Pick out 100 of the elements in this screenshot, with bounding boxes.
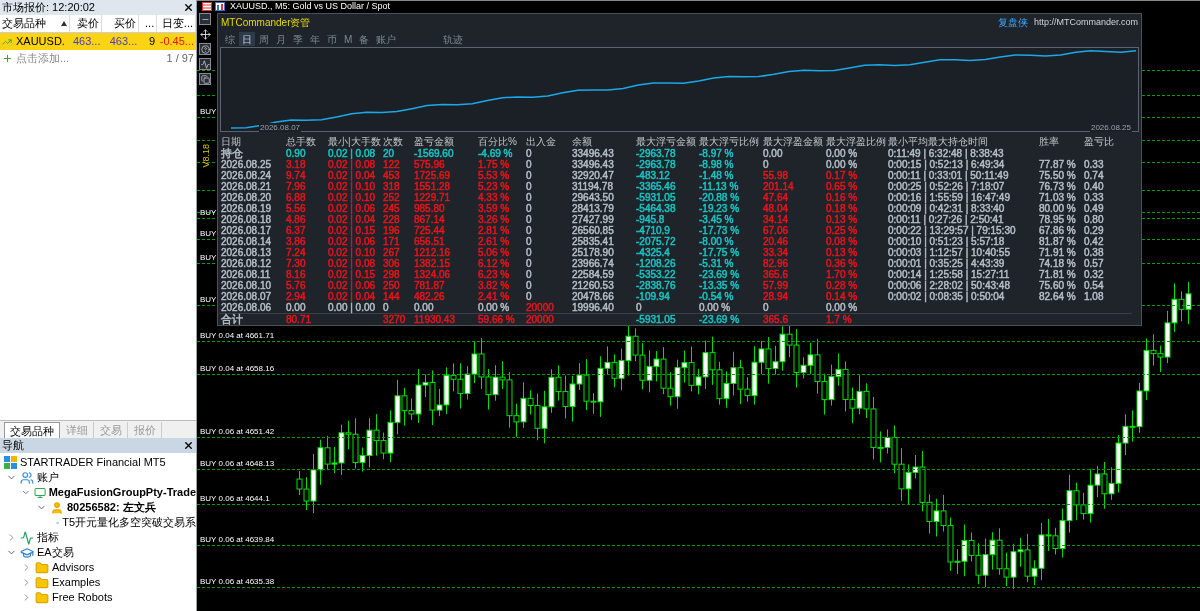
- table-cell: 1.08: [1084, 290, 1104, 302]
- table-cell: 0: [383, 301, 389, 313]
- table-cell: 453: [383, 169, 400, 181]
- table-cell: -5931.05: [636, 313, 676, 325]
- order-line-label: BUY 0.06 at 4651.42: [200, 427, 275, 437]
- copy-button[interactable]: [199, 73, 211, 85]
- table-cell: -1208.26: [636, 257, 676, 269]
- table-cell: 2026.08.06: [221, 301, 272, 313]
- table-cell: 298: [383, 268, 400, 280]
- website-link[interactable]: http://MTCommander.com: [1033, 15, 1138, 30]
- column-header[interactable]: ...: [139, 15, 158, 32]
- table-cell: 2026.08.14: [221, 235, 272, 247]
- table-cell: -3365.46: [636, 180, 676, 192]
- table-cell: 365.6: [763, 313, 789, 325]
- table-cell: 34.14: [763, 213, 789, 225]
- table-cell: 3.86: [286, 235, 306, 247]
- column-header[interactable]: 交易品种: [0, 15, 70, 32]
- table-cell: 20000: [526, 313, 554, 325]
- table-cell: 8.16: [286, 268, 306, 280]
- table-cell: 0: [526, 202, 532, 214]
- column-header: 胜率: [1038, 135, 1060, 148]
- order-line-label: BUY 0.06 at 4644.1: [200, 494, 270, 504]
- table-cell: 0.00 %: [826, 301, 858, 313]
- table-cell: 0: [526, 169, 532, 181]
- table-cell: 0: [526, 224, 532, 236]
- panel-tab[interactable]: 交易品种: [4, 422, 60, 438]
- table-cell: -20.88 %: [699, 191, 740, 203]
- period-tab[interactable]: 日: [239, 32, 255, 47]
- tree-item[interactable]: Advisors: [52, 559, 95, 576]
- plus-icon[interactable]: [2, 53, 13, 64]
- tree-item[interactable]: T5开元量化多空突破交易系: [62, 514, 196, 531]
- table-cell: 80.00 %: [1039, 202, 1076, 214]
- table-cell: 23966.74: [572, 257, 614, 269]
- period-tab[interactable]: 年: [307, 32, 323, 47]
- tree-item[interactable]: 指标: [37, 529, 59, 546]
- table-cell: 0.00: [763, 147, 783, 159]
- tree-item[interactable]: STARTRADER Financial MT5: [20, 454, 166, 471]
- table-cell: 0.18 %: [826, 202, 858, 214]
- help-icon: [200, 44, 210, 54]
- table-cell: 0.13 %: [826, 213, 858, 225]
- table-cell: 0.00 %: [826, 158, 858, 170]
- tree-item[interactable]: EA交易: [37, 544, 74, 561]
- table-cell: 47.64: [763, 191, 789, 203]
- table-cell: 0.02 | 0.06: [328, 279, 376, 291]
- table-cell: 781.87: [414, 279, 445, 291]
- period-tab[interactable]: 月: [273, 32, 289, 47]
- folder-icon: [35, 590, 49, 605]
- close-icon[interactable]: [183, 2, 194, 13]
- panel-title: 市场报价: 12:20:02: [2, 0, 95, 16]
- axis-label: 2026.08.07: [259, 122, 302, 132]
- table-cell: 6.23 %: [478, 268, 510, 280]
- quote-row[interactable]: XAUUSD. 463... 463... 9 -0.45...: [0, 33, 196, 50]
- column-header[interactable]: 买价: [102, 15, 140, 32]
- table-cell: 71.81 %: [1039, 268, 1076, 280]
- table-cell: 3.26 %: [478, 213, 510, 225]
- add-symbol-hint[interactable]: 点击添加...: [16, 50, 70, 67]
- table-cell: 5.23 %: [478, 180, 510, 192]
- order-line-label: BUY 0.04 at 4658.16: [200, 364, 275, 374]
- tree-item[interactable]: Free Robots: [52, 589, 113, 606]
- table-cell: 0: [526, 180, 532, 192]
- table-cell: 575.96: [414, 158, 445, 170]
- table-cell: 0.32: [1084, 268, 1104, 280]
- order-line-label: BUY: [200, 208, 217, 218]
- order-line-label: BUY 0.06 at 4639.84: [200, 535, 275, 545]
- table-cell: 0: [526, 279, 532, 291]
- move-button[interactable]: [199, 28, 211, 40]
- tree-item[interactable]: 80256582: 左文兵: [67, 499, 156, 516]
- tree-item[interactable]: 账户: [37, 469, 59, 486]
- table-cell: 2026.08.24: [221, 169, 272, 181]
- tree-item[interactable]: MegaFusionGroupPty-Trade: [48, 484, 196, 501]
- table-cell: 252: [383, 191, 400, 203]
- period-tab[interactable]: 账户: [373, 32, 400, 47]
- period-tab[interactable]: 周: [256, 32, 272, 47]
- table-cell: 1382.15: [414, 257, 451, 269]
- column-header[interactable]: 卖价: [69, 15, 103, 32]
- table-cell: 合计: [221, 312, 243, 325]
- table-cell: 0.02 | 0.06: [328, 202, 376, 214]
- table-cell: 122: [383, 158, 400, 170]
- table-cell: 82.96: [763, 257, 789, 269]
- tree-item[interactable]: Examples: [52, 574, 101, 591]
- table-cell: 2026.08.18: [221, 213, 272, 225]
- table-cell: 0.17 %: [826, 169, 858, 181]
- table-cell-text: 463...: [108, 34, 139, 50]
- table-cell: -23.69 %: [699, 313, 740, 325]
- period-tab[interactable]: 综: [222, 32, 238, 47]
- period-tab[interactable]: 币: [324, 32, 340, 47]
- table-cell: 22584.59: [572, 268, 614, 280]
- period-tab[interactable]: 季: [290, 32, 306, 47]
- table-cell: 0: [526, 290, 532, 302]
- period-tab[interactable]: 备: [356, 32, 373, 47]
- period-tab[interactable]: M: [341, 32, 356, 47]
- minimize-button[interactable]: [199, 13, 211, 25]
- table-cell: 0:00:11 | 0:33:01 | 50:11:49: [888, 169, 1009, 181]
- table-cell: 0.13 %: [826, 246, 858, 258]
- period-tab[interactable]: 轨迹: [440, 32, 467, 47]
- close-icon[interactable]: [183, 440, 194, 451]
- table-cell: -4.69 %: [478, 147, 513, 159]
- help-button[interactable]: [199, 43, 211, 55]
- table-cell: 29643.50: [572, 191, 614, 203]
- column-header[interactable]: 日变...: [157, 15, 196, 32]
